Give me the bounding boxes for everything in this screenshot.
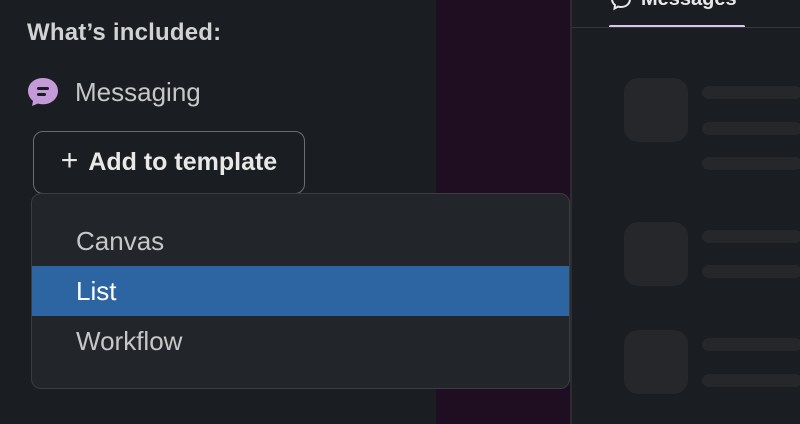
dropdown-option-workflow[interactable]: Workflow	[32, 316, 569, 366]
dropdown-option-canvas[interactable]: Canvas	[32, 216, 569, 266]
header-divider	[572, 27, 800, 28]
skeleton-line	[702, 230, 800, 243]
skeleton-line	[702, 157, 800, 170]
whats-included-heading: What’s included:	[27, 19, 222, 46]
skeleton-avatar	[624, 222, 688, 286]
message-bubble-icon	[28, 78, 58, 106]
skeleton-line	[702, 338, 800, 351]
skeleton-line	[702, 122, 800, 135]
add-to-template-label: Add to template	[88, 148, 278, 176]
tab-messages[interactable]: Messages	[609, 0, 745, 28]
included-item-label: Messaging	[75, 76, 201, 107]
tab-messages-label: Messages	[641, 0, 737, 11]
message-bubble-icon	[611, 0, 631, 11]
skeleton-avatar	[624, 78, 688, 142]
dropdown-option-list[interactable]: List	[32, 266, 569, 316]
skeleton-avatar	[624, 330, 688, 394]
add-to-template-dropdown: Canvas List Workflow	[31, 193, 570, 389]
plus-icon: +	[60, 144, 79, 177]
skeleton-line	[702, 265, 800, 278]
add-to-template-button[interactable]: + Add to template	[33, 131, 305, 194]
messages-preview-panel: Messages	[570, 0, 800, 424]
skeleton-line	[702, 86, 800, 99]
included-item-messaging: Messaging	[26, 76, 201, 108]
skeleton-line	[702, 374, 800, 387]
